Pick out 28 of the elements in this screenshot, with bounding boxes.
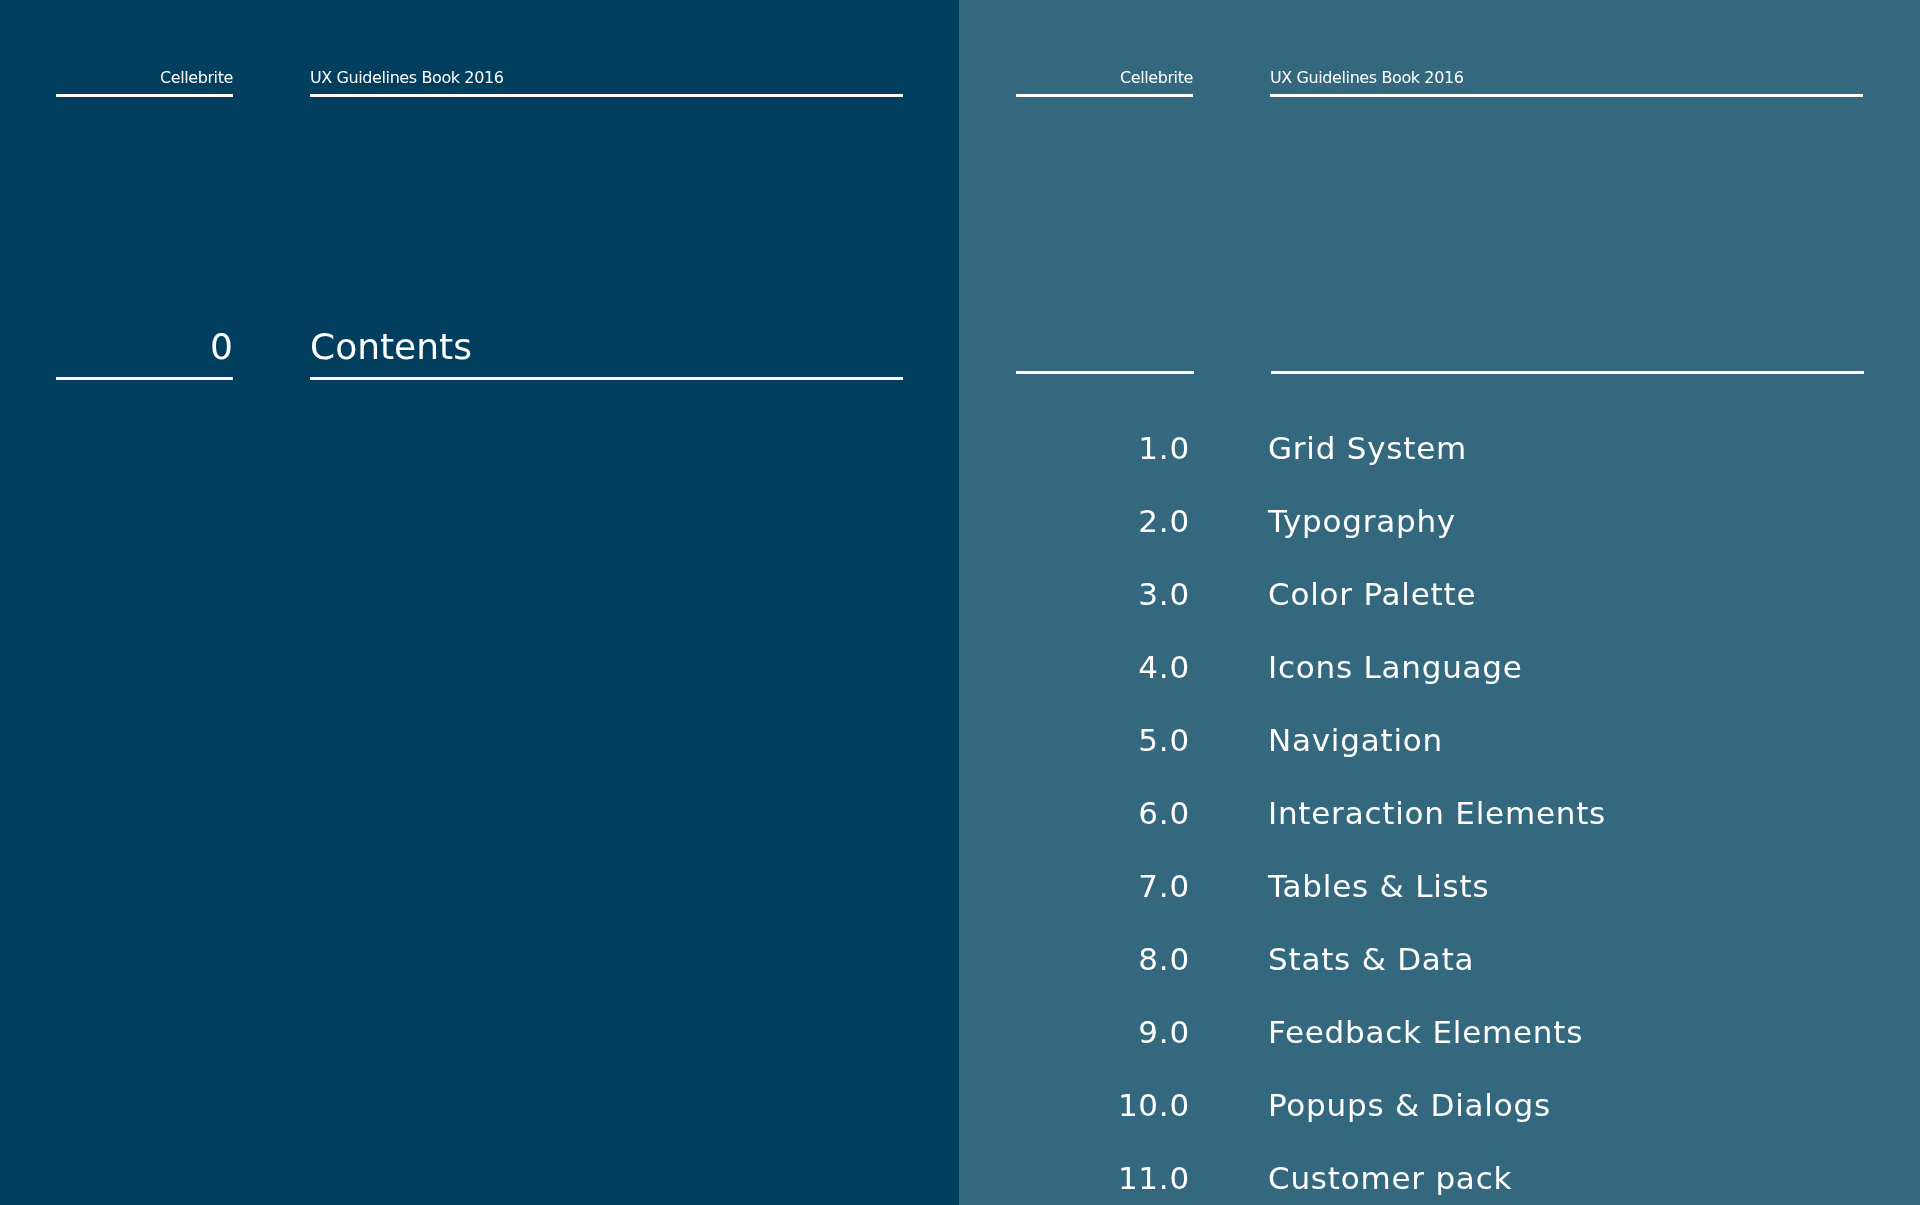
chapter-number: 8.0 [1137, 940, 1190, 980]
brand-name: Cellebrite [159, 68, 233, 88]
chapter-number: 9.0 [1137, 1013, 1190, 1053]
chapter-title: Navigation [1268, 721, 1443, 761]
chapter-number: 11.0 [1116, 1159, 1190, 1199]
chapter-number: 3.0 [1137, 575, 1190, 615]
chapter-title: Interaction Elements [1268, 794, 1607, 834]
section-number: 0 [210, 325, 233, 369]
chapter-title: Icons Language [1268, 648, 1523, 688]
chapter-number: 10.0 [1116, 1086, 1190, 1126]
chapter-number: 4.0 [1137, 648, 1190, 688]
chapter-title: Tables & Lists [1268, 867, 1490, 907]
book-title: UX Guidelines Book 2016 [310, 68, 504, 88]
chapter-number: 1.0 [1137, 429, 1190, 469]
chapter-number: 2.0 [1137, 502, 1190, 542]
chapter-title: Popups & Dialogs [1268, 1086, 1551, 1126]
book-title: UX Guidelines Book 2016 [1270, 68, 1464, 88]
chapter-title: Stats & Data [1268, 940, 1475, 980]
chapter-number: 7.0 [1137, 867, 1190, 907]
chapter-number: 6.0 [1137, 794, 1190, 834]
chapter-number: 5.0 [1137, 721, 1190, 761]
chapter-title: Customer pack [1268, 1159, 1513, 1199]
section-title: Contents [310, 325, 472, 369]
chapter-title: Color Palette [1268, 575, 1477, 615]
chapter-title: Grid System [1268, 429, 1468, 469]
chapter-title: Feedback Elements [1268, 1013, 1584, 1053]
brand-name: Cellebrite [1119, 68, 1193, 88]
chapter-title: Typography [1268, 502, 1456, 542]
